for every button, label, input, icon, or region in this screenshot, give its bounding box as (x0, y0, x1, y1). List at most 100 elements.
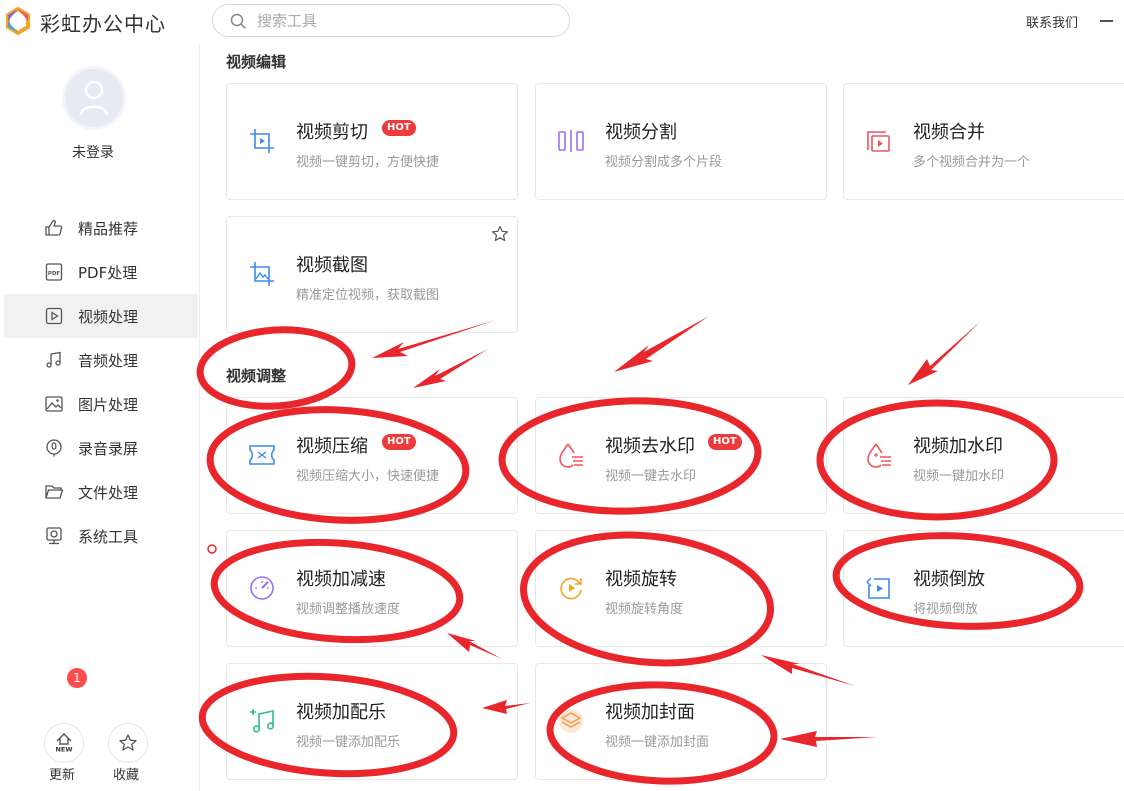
card-video-cover[interactable]: 视频加封面 视频一键添加封面 (535, 663, 827, 780)
card-desc: 视频一键添加封面 (605, 735, 710, 750)
card-title: 视频压缩 (296, 436, 368, 457)
search-icon (230, 13, 247, 30)
card-video-screenshot[interactable]: 视频截图 精准定位视频，获取截图 (226, 216, 518, 333)
card-title: 视频剪切 (296, 122, 368, 143)
thumbs-up-icon (45, 219, 63, 236)
sidebar-item-label: 文件处理 (78, 483, 139, 502)
folder-icon (45, 485, 64, 499)
screenshot-icon (250, 262, 274, 286)
svg-text:NEW: NEW (55, 746, 72, 754)
rotate-icon (560, 577, 582, 600)
sidebar-item-image[interactable]: 图片处理 (4, 382, 198, 426)
sidebar-item-label: 精品推荐 (78, 219, 139, 238)
card-desc: 视频调整播放速度 (296, 602, 401, 617)
card-video-merge[interactable]: 视频合并 多个视频合并为一个 (843, 83, 1124, 200)
card-desc: 视频一键加水印 (913, 469, 1005, 484)
card-video-music[interactable]: 视频加配乐 视频一键添加配乐 (226, 663, 518, 780)
card-desc: 视频旋转角度 (605, 602, 684, 617)
layers-cover-icon (559, 709, 583, 733)
top-bar: 彩虹办公中心 联系我们 (0, 0, 1124, 44)
card-video-speed[interactable]: 视频加减速 视频调整播放速度 (226, 530, 518, 647)
search-box[interactable] (212, 4, 570, 37)
annotation-small-circle (207, 544, 217, 554)
sidebar-item-label: PDF处理 (78, 263, 138, 282)
card-desc: 视频压缩大小，快速便捷 (296, 469, 440, 484)
sidebar: 未登录 精品推荐 PDF PDF处理 视频处理 音频处理 图片处理 录音录屏 文… (0, 44, 200, 791)
add-music-icon (250, 709, 275, 733)
sidebar-item-record[interactable]: 录音录屏 (4, 426, 198, 470)
sidebar-item-label: 视频处理 (78, 307, 139, 326)
update-count-badge: 1 (67, 668, 87, 688)
section-title-adjust: 视频调整 (226, 367, 287, 385)
card-title: 视频合并 (913, 122, 985, 143)
card-title: 视频加减速 (296, 569, 386, 590)
card-title: 视频旋转 (605, 569, 677, 590)
card-desc: 视频一键剪切，方便快捷 (296, 155, 440, 170)
section-title-edit: 视频编辑 (226, 53, 287, 71)
hot-badge: HOT (382, 434, 416, 450)
card-video-add-watermark[interactable]: 视频加水印 视频一键加水印 (843, 397, 1124, 514)
water-drop-remove-icon (559, 443, 583, 468)
card-video-compress[interactable]: 视频压缩 HOT 视频压缩大小，快速便捷 (226, 397, 518, 514)
avatar[interactable] (62, 66, 126, 130)
sidebar-item-video[interactable]: 视频处理 (4, 294, 198, 338)
update-button[interactable]: NEW (44, 723, 84, 763)
sidebar-item-label: 录音录屏 (78, 439, 139, 458)
card-video-cut[interactable]: 视频剪切 HOT 视频一键剪切，方便快捷 (226, 83, 518, 200)
contact-us-link[interactable]: 联系我们 (1026, 12, 1078, 31)
card-video-remove-watermark[interactable]: 视频去水印 HOT 视频一键去水印 (535, 397, 827, 514)
sidebar-nav: 精品推荐 PDF PDF处理 视频处理 音频处理 图片处理 录音录屏 文件处理 … (4, 206, 198, 558)
pdf-icon: PDF (45, 263, 63, 281)
user-icon (79, 80, 109, 116)
card-video-split[interactable]: 视频分割 视频分割成多个片段 (535, 83, 827, 200)
monitor-icon (46, 527, 62, 545)
rainbow-logo-icon (6, 7, 30, 35)
favorite-label: 收藏 (113, 768, 140, 783)
water-drop-add-icon (867, 443, 891, 468)
card-title: 视频加水印 (913, 436, 1003, 457)
annotation-arrow (908, 321, 981, 385)
card-title: 视频加封面 (605, 702, 695, 723)
card-desc: 将视频倒放 (913, 602, 979, 617)
merge-icon (867, 131, 890, 152)
card-desc: 视频一键去水印 (605, 469, 697, 484)
hot-badge: HOT (708, 434, 742, 450)
card-title: 视频截图 (296, 255, 368, 276)
card-title: 视频加配乐 (296, 702, 386, 723)
card-title: 视频倒放 (913, 569, 985, 590)
record-icon (46, 439, 62, 457)
update-label: 更新 (49, 768, 76, 783)
card-desc: 视频一键添加配乐 (296, 735, 401, 750)
image-icon (45, 396, 63, 412)
app-window: 彩虹办公中心 联系我们 未登录 精品推荐 (0, 0, 1124, 791)
minimize-button[interactable] (1100, 20, 1113, 22)
app-title: 彩虹办公中心 (40, 12, 166, 36)
star-icon (119, 734, 137, 751)
svg-text:PDF: PDF (48, 271, 61, 277)
split-icon (558, 130, 584, 152)
card-video-rotate[interactable]: 视频旋转 视频旋转角度 (535, 530, 827, 647)
login-status[interactable]: 未登录 (72, 142, 114, 162)
update-new-icon: NEW (55, 733, 73, 754)
card-desc: 精准定位视频，获取截图 (296, 288, 440, 303)
sidebar-item-file[interactable]: 文件处理 (4, 470, 198, 514)
annotation-arrow (614, 316, 709, 372)
hot-badge: HOT (382, 120, 416, 136)
video-play-icon (45, 307, 63, 325)
card-desc: 多个视频合并为一个 (913, 155, 1031, 170)
sidebar-item-recommended[interactable]: 精品推荐 (4, 206, 198, 250)
card-title: 视频分割 (605, 122, 677, 143)
search-input[interactable] (257, 10, 547, 32)
speedometer-icon (250, 576, 274, 600)
music-note-icon (46, 351, 61, 368)
card-title: 视频去水印 (605, 436, 695, 457)
sidebar-item-pdf[interactable]: PDF PDF处理 (4, 250, 198, 294)
sidebar-item-label: 音频处理 (78, 351, 139, 370)
reverse-play-icon (866, 577, 890, 599)
card-video-reverse[interactable]: 视频倒放 将视频倒放 (843, 530, 1124, 647)
sidebar-item-system[interactable]: 系统工具 (4, 514, 198, 558)
sidebar-item-audio[interactable]: 音频处理 (4, 338, 198, 382)
annotation-arrow (413, 349, 488, 388)
favorite-star-icon[interactable] (491, 225, 509, 243)
favorite-button[interactable] (108, 723, 148, 763)
